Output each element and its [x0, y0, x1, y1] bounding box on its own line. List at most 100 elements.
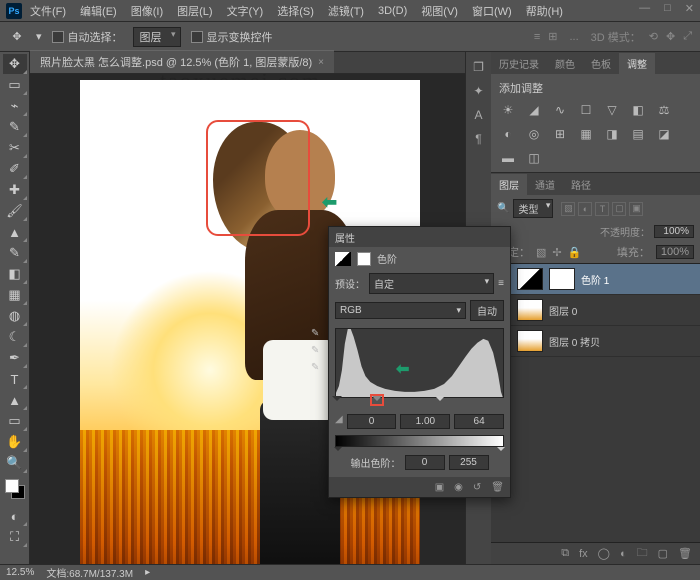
marquee-tool[interactable]: ▭: [3, 75, 27, 95]
output-white-field[interactable]: 255: [449, 455, 489, 470]
lock-all-icon[interactable]: 🔒: [568, 246, 582, 259]
collapsed-panel-icon[interactable]: ❐: [473, 60, 484, 74]
layer-row[interactable]: 👁 图层 0 拷贝: [491, 326, 700, 357]
adj-brightness-icon[interactable]: ☀: [499, 102, 517, 118]
lock-position-icon[interactable]: ✢: [552, 246, 561, 259]
menu-3d[interactable]: 3D(D): [372, 3, 413, 19]
menu-layer[interactable]: 图层(L): [171, 1, 218, 21]
tab-history[interactable]: 历史记录: [491, 53, 547, 74]
type-tool[interactable]: T: [3, 369, 27, 389]
pen-tool[interactable]: ✒: [3, 348, 27, 368]
dodge-tool[interactable]: ☾: [3, 327, 27, 347]
adj-bw-icon[interactable]: ◐: [499, 126, 517, 142]
quick-mask-tool[interactable]: ◐: [3, 506, 27, 526]
output-gradient[interactable]: [335, 435, 504, 447]
healing-tool[interactable]: ✚: [3, 180, 27, 200]
blend-mode-dropdown[interactable]: 常: [497, 224, 596, 239]
shape-tool[interactable]: ▭: [3, 411, 27, 431]
menu-type[interactable]: 文字(Y): [221, 1, 270, 21]
view-previous-icon[interactable]: ◉: [454, 482, 463, 493]
opacity-field[interactable]: 100%: [654, 225, 694, 238]
tab-swatches[interactable]: 色板: [583, 53, 619, 74]
window-maximize-icon[interactable]: □: [664, 2, 671, 15]
pan-3d-icon[interactable]: ✥: [666, 30, 675, 43]
gradient-tool[interactable]: ▦: [3, 285, 27, 305]
layer-name[interactable]: 图层 0 拷贝: [549, 334, 600, 349]
eraser-tool[interactable]: ◧: [3, 264, 27, 284]
layer-row[interactable]: 👁 色阶 1: [491, 264, 700, 295]
zoom-3d-icon[interactable]: ⤢: [683, 30, 692, 43]
mask-icon[interactable]: [357, 252, 371, 266]
tab-colors[interactable]: 颜色: [547, 53, 583, 74]
add-mask-icon[interactable]: ◯: [598, 547, 610, 560]
properties-panel[interactable]: 属性 色阶 预设： 自定 ≡ RGB 自动 ✎ ✎ ✎ ⬅: [328, 226, 511, 498]
stamp-tool[interactable]: ▲: [3, 222, 27, 242]
history-brush-tool[interactable]: ✎: [3, 243, 27, 263]
layer-name[interactable]: 图层 0: [549, 303, 577, 318]
delete-adjustment-icon[interactable]: 🗑: [491, 482, 504, 493]
window-minimize-icon[interactable]: ―: [639, 2, 650, 15]
tab-layers[interactable]: 图层: [491, 174, 527, 195]
layer-fx-icon[interactable]: fx: [579, 548, 588, 560]
move-tool[interactable]: ✥: [3, 54, 27, 74]
reset-icon[interactable]: ↺: [473, 482, 481, 493]
input-sliders[interactable]: [335, 396, 504, 408]
delete-layer-icon[interactable]: 🗑: [678, 547, 692, 560]
menu-help[interactable]: 帮助(H): [520, 1, 569, 21]
dropdown-indicator-icon[interactable]: ▾: [36, 30, 42, 43]
menu-window[interactable]: 窗口(W): [466, 1, 518, 21]
adj-threshold-icon[interactable]: ◪: [655, 126, 673, 142]
new-group-icon[interactable]: 🗀: [637, 544, 648, 563]
fill-field[interactable]: 100%: [656, 245, 694, 259]
menu-image[interactable]: 图像(I): [125, 1, 169, 21]
lasso-tool[interactable]: ⌁: [3, 96, 27, 116]
menu-file[interactable]: 文件(F): [24, 1, 72, 21]
filter-adjust-icon[interactable]: ◐: [578, 202, 592, 216]
auto-select-target-dropdown[interactable]: 图层: [133, 27, 181, 47]
adj-exposure-icon[interactable]: ☐: [577, 102, 595, 118]
white-eyedropper-icon[interactable]: ✎: [311, 362, 319, 373]
layer-thumb[interactable]: [517, 299, 543, 321]
crop-tool[interactable]: ✂: [3, 138, 27, 158]
adj-levels-icon[interactable]: ◢: [525, 102, 543, 118]
tab-channels[interactable]: 通道: [527, 174, 563, 195]
layer-thumb-mask[interactable]: [549, 268, 575, 290]
search-icon[interactable]: 🔍: [497, 203, 509, 214]
document-tab[interactable]: 照片脸太黑 怎么调整.psd @ 12.5% (色阶 1, 图层蒙版/8) ×: [30, 50, 334, 73]
layer-row[interactable]: 👁 图层 0: [491, 295, 700, 326]
panel-menu-icon[interactable]: ≡: [498, 278, 504, 289]
adj-channel-mixer-icon[interactable]: ⊞: [551, 126, 569, 142]
adj-photo-filter-icon[interactable]: ◎: [525, 126, 543, 142]
adj-hue-icon[interactable]: ◧: [629, 102, 647, 118]
input-black-field[interactable]: 0: [347, 414, 397, 429]
tab-paths[interactable]: 路径: [563, 174, 599, 195]
new-adjustment-icon[interactable]: ◐: [620, 548, 627, 560]
distribute-icon[interactable]: ⊞: [548, 30, 557, 43]
collapsed-panel-icon[interactable]: ✦: [473, 84, 483, 98]
show-transform-checkbox[interactable]: 显示变换控件: [191, 29, 273, 45]
adj-invert-icon[interactable]: ◨: [603, 126, 621, 142]
tab-adjustments[interactable]: 调整: [619, 53, 655, 74]
eyedropper-tool[interactable]: ✐: [3, 159, 27, 179]
window-close-icon[interactable]: ✕: [685, 2, 694, 15]
move-tool-icon[interactable]: ✥: [8, 28, 26, 46]
gray-eyedropper-icon[interactable]: ✎: [311, 345, 319, 356]
adj-lookup-icon[interactable]: ▦: [577, 126, 595, 142]
auto-select-checkbox[interactable]: 自动选择：: [52, 29, 123, 45]
collapsed-panel-icon[interactable]: A: [474, 108, 482, 122]
hand-tool[interactable]: ✋: [3, 432, 27, 452]
zoom-level[interactable]: 12.5%: [6, 567, 34, 578]
channel-dropdown[interactable]: RGB: [335, 302, 466, 319]
filter-smart-icon[interactable]: ▣: [629, 202, 643, 216]
menu-select[interactable]: 选择(S): [271, 1, 320, 21]
preset-dropdown[interactable]: 自定: [369, 273, 494, 294]
menu-view[interactable]: 视图(V): [415, 1, 464, 21]
adj-curves-icon[interactable]: ∿: [551, 102, 569, 118]
output-black-field[interactable]: 0: [405, 455, 445, 470]
filter-kind-dropdown[interactable]: 类型: [513, 199, 553, 218]
adj-gradient-map-icon[interactable]: ▬: [499, 150, 517, 166]
auto-button[interactable]: 自动: [470, 300, 504, 321]
blur-tool[interactable]: ◍: [3, 306, 27, 326]
align-icon[interactable]: ≡: [534, 31, 540, 43]
input-gamma-field[interactable]: 1.00: [400, 414, 450, 429]
